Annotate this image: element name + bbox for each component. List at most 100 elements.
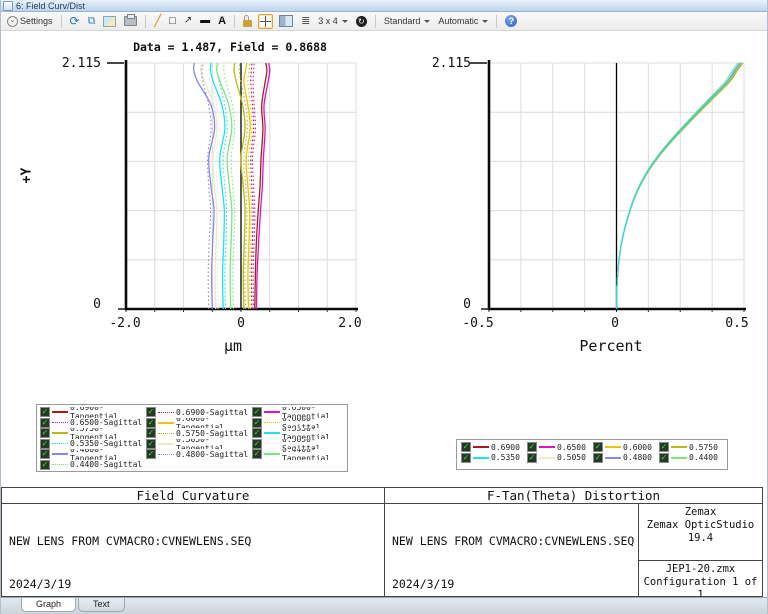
- tab-text[interactable]: Text: [78, 598, 125, 612]
- grid-size-label: 3 x 4: [318, 16, 338, 26]
- distortion-curve-0.5050: [615, 62, 742, 310]
- vendor-box-divider: [638, 560, 763, 561]
- standard-dropdown[interactable]: Standard: [382, 15, 433, 27]
- toolbar-separator: [60, 14, 62, 28]
- legend-label: 0.5350-Sagittal: [70, 439, 143, 449]
- vendor-product: Zemax OpticStudio 19.4: [646, 519, 755, 544]
- wavelength-checkbox-icon[interactable]: ✓: [461, 452, 471, 463]
- wavelength-checkbox-icon[interactable]: ✓: [252, 438, 262, 449]
- legend-item: ✓ 0.5750: [659, 442, 725, 453]
- draw-dash-button[interactable]: ▬: [198, 15, 212, 27]
- left-panel-title: Field Curvature: [1, 487, 385, 504]
- history-button[interactable]: ↻: [354, 15, 369, 28]
- legend-label: 0.4800-Sagittal: [176, 449, 249, 459]
- print-button[interactable]: [122, 14, 139, 27]
- split-view-button[interactable]: [258, 13, 274, 29]
- curve-0.4800-Sagittal: [201, 62, 212, 310]
- y-axis-min-label: 0: [463, 297, 471, 312]
- x-tick-label: -0.5: [462, 316, 494, 331]
- history-icon: ↻: [355, 15, 367, 27]
- wavelength-checkbox-icon[interactable]: ✓: [252, 417, 262, 428]
- wavelength-checkbox-icon[interactable]: ✓: [252, 407, 262, 418]
- tab-graph[interactable]: Graph: [21, 598, 77, 612]
- refresh-button[interactable]: ⟳: [68, 14, 82, 28]
- dropdown-arrow-icon: [482, 19, 489, 23]
- draw-line-button[interactable]: ╱: [152, 15, 163, 28]
- legend-item: ✓ 0.6900-Tangential: [40, 407, 146, 418]
- wavelength-checkbox-icon[interactable]: ✓: [659, 452, 669, 463]
- legend-line-sample: [158, 432, 174, 434]
- wavelength-checkbox-icon[interactable]: ✓: [40, 438, 50, 449]
- window-title: 6: Field Curv/Dist: [16, 0, 86, 11]
- wavelength-checkbox-icon[interactable]: ✓: [252, 428, 262, 439]
- wavelength-checkbox-icon[interactable]: ✓: [146, 438, 156, 449]
- wavelength-checkbox-icon[interactable]: ✓: [461, 442, 471, 453]
- legend-item: ✓ 0.4800: [593, 452, 659, 464]
- draw-rectangle-button[interactable]: □: [167, 15, 178, 28]
- legend-label: 0.6500-Tangential: [282, 407, 331, 418]
- lock-button[interactable]: [241, 14, 254, 28]
- wavelength-checkbox-icon[interactable]: ✓: [252, 449, 262, 460]
- titlebar[interactable]: 6: Field Curv/Dist: [1, 0, 767, 12]
- x-tick-label: 0: [611, 316, 619, 331]
- legend-line-sample: [264, 422, 280, 424]
- wavelength-checkbox-icon[interactable]: ✓: [40, 428, 50, 439]
- vendor-name: Zemax: [684, 506, 717, 518]
- legend-line-sample: [264, 432, 280, 435]
- toolbar-separator: [145, 14, 147, 28]
- wavelength-checkbox-icon[interactable]: ✓: [593, 442, 603, 453]
- copy-button[interactable]: ⧉: [86, 15, 98, 28]
- wavelength-checkbox-icon[interactable]: ✓: [527, 452, 537, 463]
- wavelength-checkbox-icon[interactable]: ✓: [40, 449, 50, 460]
- refresh-icon: ⟳: [69, 14, 80, 28]
- wavelength-checkbox-icon[interactable]: ✓: [146, 407, 156, 418]
- legend-line-sample: [52, 432, 68, 435]
- curve-0.4400-Tangential: [216, 62, 233, 310]
- legend-item: ✓ 0.6000-Tangential: [146, 417, 252, 428]
- legend-item: ✓ 0.6900: [461, 442, 527, 453]
- settings-dropdown[interactable]: ⌄ Settings: [5, 15, 55, 28]
- dropdown-arrow-icon: [341, 19, 348, 23]
- legend-line-sample: [52, 443, 68, 445]
- view-tabbar: Graph Text: [1, 597, 767, 614]
- x-axis-title: Percent: [579, 337, 643, 355]
- curve-0.6500-Tangential: [255, 62, 271, 310]
- automatic-dropdown[interactable]: Automatic: [436, 15, 490, 27]
- legend-item: ✓ 0.5350-Tangential: [252, 428, 346, 439]
- legend-item: ✓ 0.5050-Sagittal: [252, 438, 346, 449]
- legend-label: 0.4400-Tangential: [282, 449, 331, 460]
- legend-line-sample: [158, 411, 174, 413]
- help-button[interactable]: ?: [503, 14, 519, 28]
- legend-line-sample: [473, 456, 489, 459]
- legend-item: ✓ 0.6900-Sagittal: [146, 407, 252, 418]
- legend-line-sample: [52, 411, 68, 414]
- copy-icon: ⧉: [87, 14, 96, 27]
- wavelength-checkbox-icon[interactable]: ✓: [527, 442, 537, 453]
- distortion-curve-0.5350: [615, 62, 742, 310]
- legend-label: 0.5750-Tangential: [70, 428, 119, 439]
- stack-icon: ≣: [301, 15, 311, 27]
- legend-line-sample: [264, 443, 280, 445]
- draw-arrow-button[interactable]: ↗: [182, 15, 194, 27]
- save-image-button[interactable]: [101, 15, 118, 28]
- wavelength-checkbox-icon[interactable]: ✓: [593, 452, 603, 463]
- grid-size-dropdown[interactable]: 3 x 4: [316, 15, 350, 27]
- y-axis-max-label: 2.115: [431, 56, 471, 71]
- wavelength-checkbox-icon[interactable]: ✓: [659, 442, 669, 453]
- legend-label: 0.6000-Sagittal: [282, 417, 321, 429]
- wavelength-checkbox-icon[interactable]: ✓: [40, 417, 50, 428]
- stack-button[interactable]: ≣: [299, 15, 312, 27]
- legend-label: 0.5350: [491, 453, 520, 463]
- chevron-down-icon: ⌄: [7, 15, 18, 27]
- window-layout-button[interactable]: [277, 14, 295, 28]
- wavelength-checkbox-icon[interactable]: ✓: [40, 459, 50, 470]
- add-text-button[interactable]: A: [216, 15, 228, 28]
- y-axis-max-label: 2.115: [61, 56, 101, 71]
- x-tick-label: 2.0: [338, 316, 362, 331]
- wavelength-checkbox-icon[interactable]: ✓: [146, 428, 156, 439]
- legend-line-sample: [158, 442, 174, 445]
- legend-item: ✓ 0.4800-Tangential: [40, 449, 146, 460]
- wavelength-checkbox-icon[interactable]: ✓: [146, 449, 156, 460]
- wavelength-checkbox-icon[interactable]: ✓: [146, 417, 156, 428]
- wavelength-checkbox-icon[interactable]: ✓: [40, 407, 50, 418]
